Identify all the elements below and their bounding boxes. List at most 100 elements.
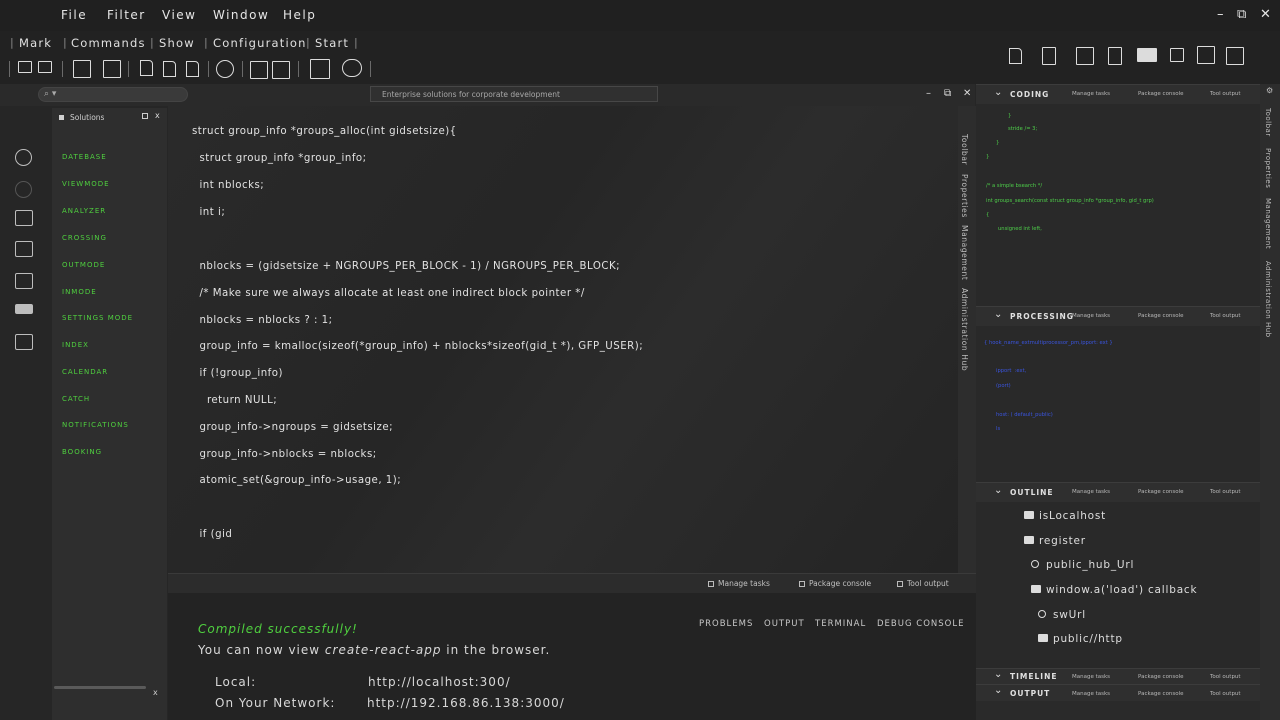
layers-icon[interactable] bbox=[272, 61, 290, 79]
solutions-footer-close[interactable]: x bbox=[153, 688, 158, 697]
outline-item[interactable]: public//http bbox=[1038, 633, 1123, 645]
network-url[interactable]: http://192.168.86.138:3000/ bbox=[367, 696, 565, 710]
chevron-down-icon[interactable]: ⌄ bbox=[994, 685, 1002, 696]
tool-output-link[interactable]: Tool output bbox=[1210, 674, 1241, 680]
tool-output-link[interactable]: Tool output bbox=[1210, 91, 1241, 97]
package-console-link[interactable]: Package console bbox=[1138, 91, 1184, 97]
globe-icon[interactable] bbox=[15, 149, 32, 166]
excel-icon[interactable] bbox=[1170, 48, 1184, 62]
menu-file[interactable]: File bbox=[61, 8, 87, 22]
device-network-icon[interactable] bbox=[310, 59, 330, 79]
image-icon[interactable] bbox=[15, 273, 33, 289]
sidebar-item-calendar[interactable]: CALENDAR bbox=[62, 368, 108, 376]
tool-output-link[interactable]: Tool output bbox=[1210, 691, 1241, 697]
menu-configuration[interactable]: Configuration bbox=[213, 36, 307, 50]
solutions-restore-icon[interactable] bbox=[142, 113, 148, 119]
grid-lock-icon[interactable] bbox=[1197, 46, 1215, 64]
menu-mark[interactable]: Mark bbox=[19, 36, 52, 50]
tab-output[interactable]: OUTPUT bbox=[764, 619, 805, 629]
outline-item[interactable]: public_hub_Url bbox=[1031, 559, 1134, 571]
gear-icon[interactable]: ⚙ bbox=[1266, 86, 1273, 95]
chevron-down-icon[interactable]: ⌄ bbox=[994, 669, 1002, 680]
sidebar-item-settings-mode[interactable]: SETTINGS MODE bbox=[62, 314, 133, 322]
export-icon[interactable] bbox=[1226, 47, 1244, 65]
tab-management[interactable]: Management bbox=[960, 225, 969, 280]
gears-icon[interactable] bbox=[15, 181, 32, 198]
document-icon[interactable] bbox=[140, 60, 153, 76]
menu-view[interactable]: View bbox=[162, 8, 196, 22]
code-editor[interactable]: struct group_info *groups_alloc(int gids… bbox=[168, 106, 958, 573]
tab-properties-right[interactable]: Properties bbox=[1264, 148, 1272, 188]
drive-icon[interactable] bbox=[1042, 47, 1056, 65]
windows-icon[interactable] bbox=[73, 60, 91, 78]
back-icon[interactable] bbox=[18, 61, 32, 73]
panel-minimize-button[interactable]: – bbox=[926, 88, 931, 99]
sidebar-item-analyzer[interactable]: ANALYZER bbox=[62, 207, 106, 215]
sidebar-item-booking[interactable]: BOOKING bbox=[62, 448, 102, 456]
manage-tasks-link[interactable]: Manage tasks bbox=[1072, 313, 1110, 319]
package-console-link[interactable]: Package console bbox=[1138, 313, 1184, 319]
image-folder-icon[interactable] bbox=[1076, 47, 1094, 65]
coding-pane-header[interactable]: ⌄ CODING Manage tasks Package console To… bbox=[976, 84, 1260, 104]
package-console-link[interactable]: Package console bbox=[1138, 674, 1184, 680]
sidebar-item-notifications[interactable]: NOTIFICATIONS bbox=[62, 421, 129, 429]
processing-pane-header[interactable]: ⌄ PROCESSING Manage tasks Package consol… bbox=[976, 306, 1260, 326]
solutions-scrollbar[interactable] bbox=[54, 686, 146, 689]
outline-item[interactable]: window.a('load') callback bbox=[1031, 584, 1197, 596]
solutions-close-button[interactable]: x bbox=[155, 111, 160, 120]
package-console-link[interactable]: Package console bbox=[1138, 489, 1184, 495]
cloud-icon[interactable] bbox=[342, 59, 362, 77]
tab-toolbar-right[interactable]: Toolbar bbox=[1264, 108, 1272, 137]
panel-restore-button[interactable]: ⧉ bbox=[944, 88, 951, 99]
tab-terminal[interactable]: TERMINAL bbox=[815, 619, 866, 629]
hierarchy-icon[interactable] bbox=[15, 210, 33, 226]
file-lock-icon[interactable] bbox=[1009, 48, 1022, 64]
menu-help[interactable]: Help bbox=[283, 8, 316, 22]
sidebar-item-crossing[interactable]: CROSSING bbox=[62, 234, 107, 242]
menu-show[interactable]: Show bbox=[159, 36, 195, 50]
camera-icon[interactable] bbox=[250, 61, 268, 79]
menu-start[interactable]: Start bbox=[315, 36, 349, 50]
tool-output-link[interactable]: Tool output bbox=[1210, 313, 1241, 319]
list-icon[interactable] bbox=[15, 334, 33, 350]
sidebar-item-inmode[interactable]: INMODE bbox=[62, 288, 97, 296]
outline-item[interactable]: register bbox=[1024, 535, 1086, 547]
chevron-down-icon[interactable]: ⌄ bbox=[994, 485, 1002, 496]
chevron-down-icon[interactable]: ⌄ bbox=[994, 309, 1002, 320]
tab-management-right[interactable]: Management bbox=[1264, 198, 1272, 249]
manage-tasks-link[interactable]: Manage tasks bbox=[1072, 489, 1110, 495]
menu-window[interactable]: Window bbox=[213, 8, 269, 22]
output-pane-header[interactable]: ⌄ OUTPUT Manage tasks Package console To… bbox=[976, 684, 1260, 701]
outline-pane-header[interactable]: ⌄ OUTLINE Manage tasks Package console T… bbox=[976, 482, 1260, 502]
search-document-icon[interactable] bbox=[15, 241, 33, 257]
manage-tasks-button[interactable]: Manage tasks bbox=[708, 579, 770, 588]
sidebar-item-index[interactable]: INDEX bbox=[62, 341, 89, 349]
copy-document-icon[interactable] bbox=[186, 61, 199, 77]
sidebar-item-datebase[interactable]: DATEBASE bbox=[62, 153, 107, 161]
sidebar-item-viewmode[interactable]: VIEWMODE bbox=[62, 180, 110, 188]
upload-icon[interactable] bbox=[103, 60, 121, 78]
manage-tasks-link[interactable]: Manage tasks bbox=[1072, 91, 1110, 97]
search-input[interactable]: ⌕ ▾ bbox=[38, 87, 188, 102]
folder-icon[interactable] bbox=[1137, 48, 1157, 62]
tools-icon[interactable] bbox=[1108, 47, 1122, 65]
tab-toolbar[interactable]: Toolbar bbox=[960, 134, 969, 165]
tab-properties[interactable]: Properties bbox=[960, 174, 969, 218]
timeline-pane-header[interactable]: ⌄ TIMELINE Manage tasks Package console … bbox=[976, 668, 1260, 684]
manage-tasks-link[interactable]: Manage tasks bbox=[1072, 674, 1110, 680]
menu-filter[interactable]: Filter bbox=[107, 8, 146, 22]
printer-icon[interactable] bbox=[15, 304, 33, 314]
local-url[interactable]: http://localhost:300/ bbox=[368, 675, 511, 689]
minimize-button[interactable]: – bbox=[1217, 7, 1224, 22]
package-console-link[interactable]: Package console bbox=[1138, 691, 1184, 697]
manage-tasks-link[interactable]: Manage tasks bbox=[1072, 691, 1110, 697]
outline-item[interactable]: isLocalhost bbox=[1024, 510, 1106, 522]
package-console-button[interactable]: Package console bbox=[799, 579, 871, 588]
sidebar-item-catch[interactable]: CATCH bbox=[62, 395, 90, 403]
forward-icon[interactable] bbox=[38, 61, 52, 73]
chevron-down-icon[interactable]: ⌄ bbox=[994, 87, 1002, 98]
tab-administration-hub[interactable]: Administration Hub bbox=[960, 288, 969, 371]
tab-debug-console[interactable]: DEBUG CONSOLE bbox=[877, 619, 964, 629]
new-document-icon[interactable] bbox=[163, 61, 176, 77]
panel-close-button[interactable]: ✕ bbox=[963, 88, 971, 99]
